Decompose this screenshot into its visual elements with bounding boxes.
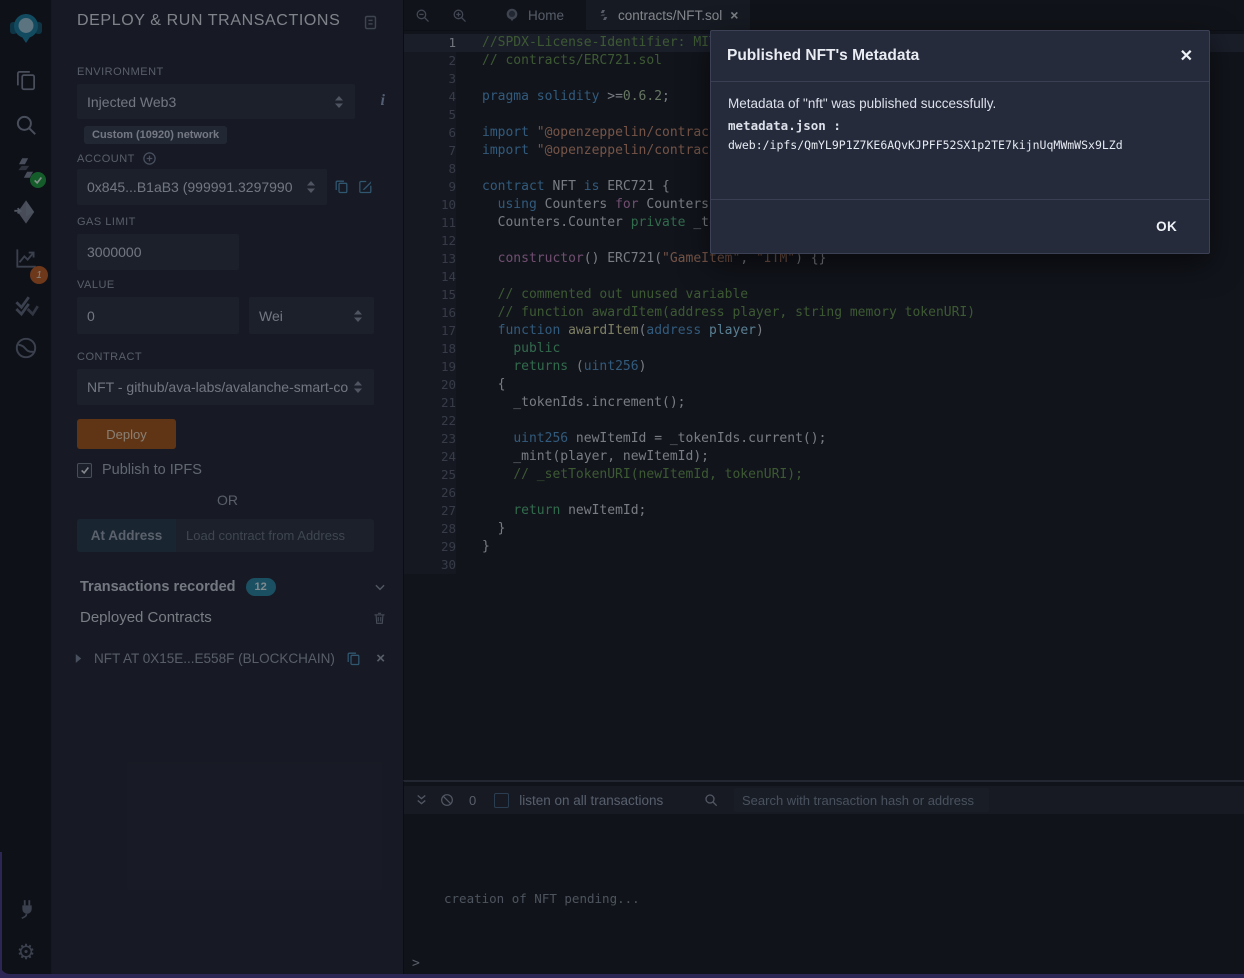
modal-close-icon[interactable]: ✕ [1180, 46, 1193, 66]
modal-header: Published NFT's Metadata ✕ [711, 31, 1209, 82]
ok-button[interactable]: OK [1150, 218, 1183, 235]
published-metadata-modal: Published NFT's Metadata ✕ Metadata of "… [710, 30, 1210, 254]
modal-body: Metadata of "nft" was published successf… [711, 82, 1209, 199]
ipfs-hash: dweb:/ipfs/QmYL9P1Z7KE6AQvKJPFF52SX1p2TE… [728, 138, 1192, 152]
modal-message: Metadata of "nft" was published successf… [728, 96, 1192, 111]
modal-footer: OK [711, 199, 1209, 252]
modal-title: Published NFT's Metadata [727, 47, 1180, 65]
metadata-filename: metadata.json : [728, 118, 1192, 133]
